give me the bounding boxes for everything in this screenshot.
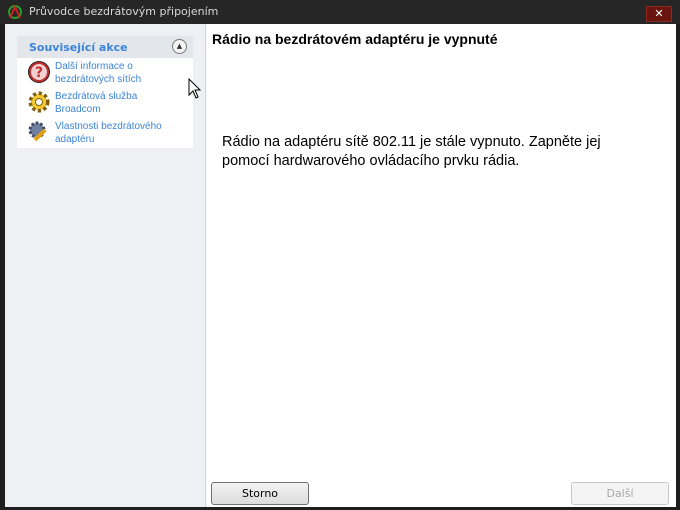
mouse-cursor-icon <box>188 78 202 99</box>
next-button[interactable]: Další <box>571 482 669 505</box>
item-label: Vlastnosti bezdrátového <box>55 121 162 132</box>
panel-title: Související akce <box>29 41 128 54</box>
title-bar: Průvodce bezdrátovým připojením ✕ <box>0 0 680 24</box>
related-actions-panel: Související akce ▲ ? Další informace o be… <box>17 36 193 148</box>
item-label: Broadcom <box>55 104 101 115</box>
settings-wrench-icon <box>28 121 47 142</box>
status-message: Rádio na adaptéru sítě 802.11 je stále v… <box>222 134 601 169</box>
cancel-button[interactable]: Storno <box>211 482 309 505</box>
item-label: bezdrátových sítích <box>55 74 142 85</box>
page-title: Rádio na bezdrátovém adaptéru je vypnuté <box>212 31 498 47</box>
collapse-icon[interactable]: ▲ <box>172 39 187 54</box>
sidebar-item-wireless-info[interactable]: ? Další informace o bezdrátových sítích <box>17 58 193 88</box>
main-content: Rádio na bezdrátovém adaptéru je vypnuté… <box>207 24 676 507</box>
item-label: Další informace o <box>55 61 133 72</box>
help-icon: ? <box>28 61 50 83</box>
close-button[interactable]: ✕ <box>646 6 672 22</box>
svg-text:?: ? <box>35 65 43 81</box>
gear-icon <box>28 91 50 113</box>
window-title: Průvodce bezdrátovým připojením <box>29 5 219 18</box>
wireless-app-icon <box>8 4 22 19</box>
panel-header[interactable]: Související akce ▲ <box>17 36 193 58</box>
wizard-window: Související akce ▲ ? Další informace o be… <box>5 24 676 507</box>
item-label: Bezdrátová služba <box>55 91 138 102</box>
sidebar-item-adapter-properties[interactable]: Vlastnosti bezdrátového adaptéru <box>17 118 193 148</box>
sidebar-item-broadcom-service[interactable]: Bezdrátová služba Broadcom <box>17 88 193 118</box>
sidebar: Související akce ▲ ? Další informace o be… <box>5 24 206 507</box>
item-label: adaptéru <box>55 134 95 145</box>
